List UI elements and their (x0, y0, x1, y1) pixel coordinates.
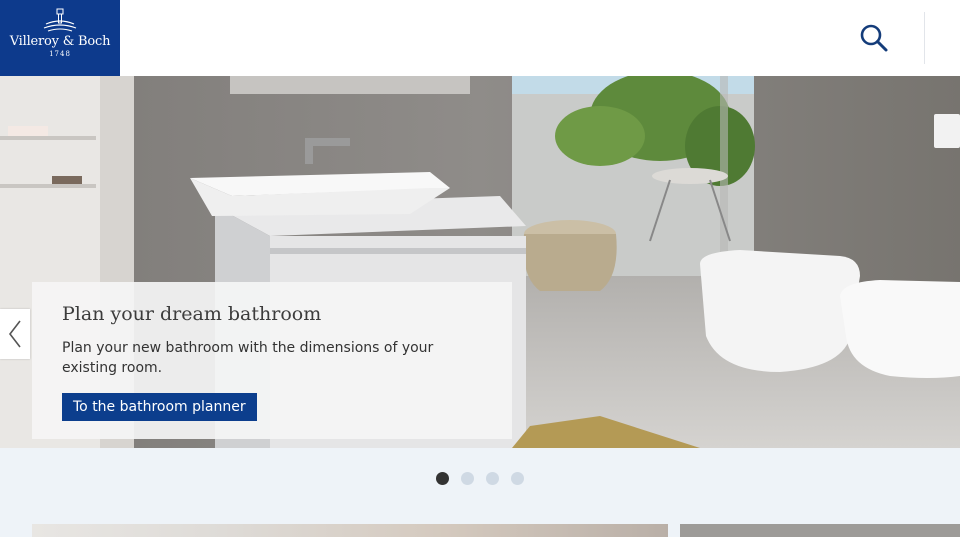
teaser-image-1[interactable] (32, 524, 668, 537)
brand-logo[interactable]: Villeroy & Boch 1748 (0, 0, 120, 76)
brand-name: Villeroy & Boch (9, 34, 111, 49)
hero-carousel: Plan your dream bathroom Plan your new b… (0, 76, 960, 448)
carousel-dot-1[interactable] (436, 472, 449, 485)
site-header: Villeroy & Boch 1748 (0, 0, 960, 76)
carousel-dot-2[interactable] (461, 472, 474, 485)
carousel-dot-3[interactable] (486, 472, 499, 485)
chevron-left-icon (8, 320, 21, 348)
carousel-indicators (0, 472, 960, 490)
hero-title: Plan your dream bathroom (62, 303, 322, 325)
carousel-prev-button[interactable] (0, 309, 30, 359)
hero-card: Plan your dream bathroom Plan your new b… (32, 282, 512, 439)
teaser-image-2[interactable] (680, 524, 960, 537)
search-button[interactable] (858, 22, 890, 54)
carousel-dot-4[interactable] (511, 472, 524, 485)
bathroom-planner-button[interactable]: To the bathroom planner (62, 393, 257, 421)
search-icon (860, 24, 888, 52)
hero-description: Plan your new bathroom with the dimensio… (62, 340, 434, 376)
brand-emblem-icon (43, 8, 77, 32)
header-divider (924, 12, 925, 64)
brand-year: 1748 (49, 50, 71, 58)
